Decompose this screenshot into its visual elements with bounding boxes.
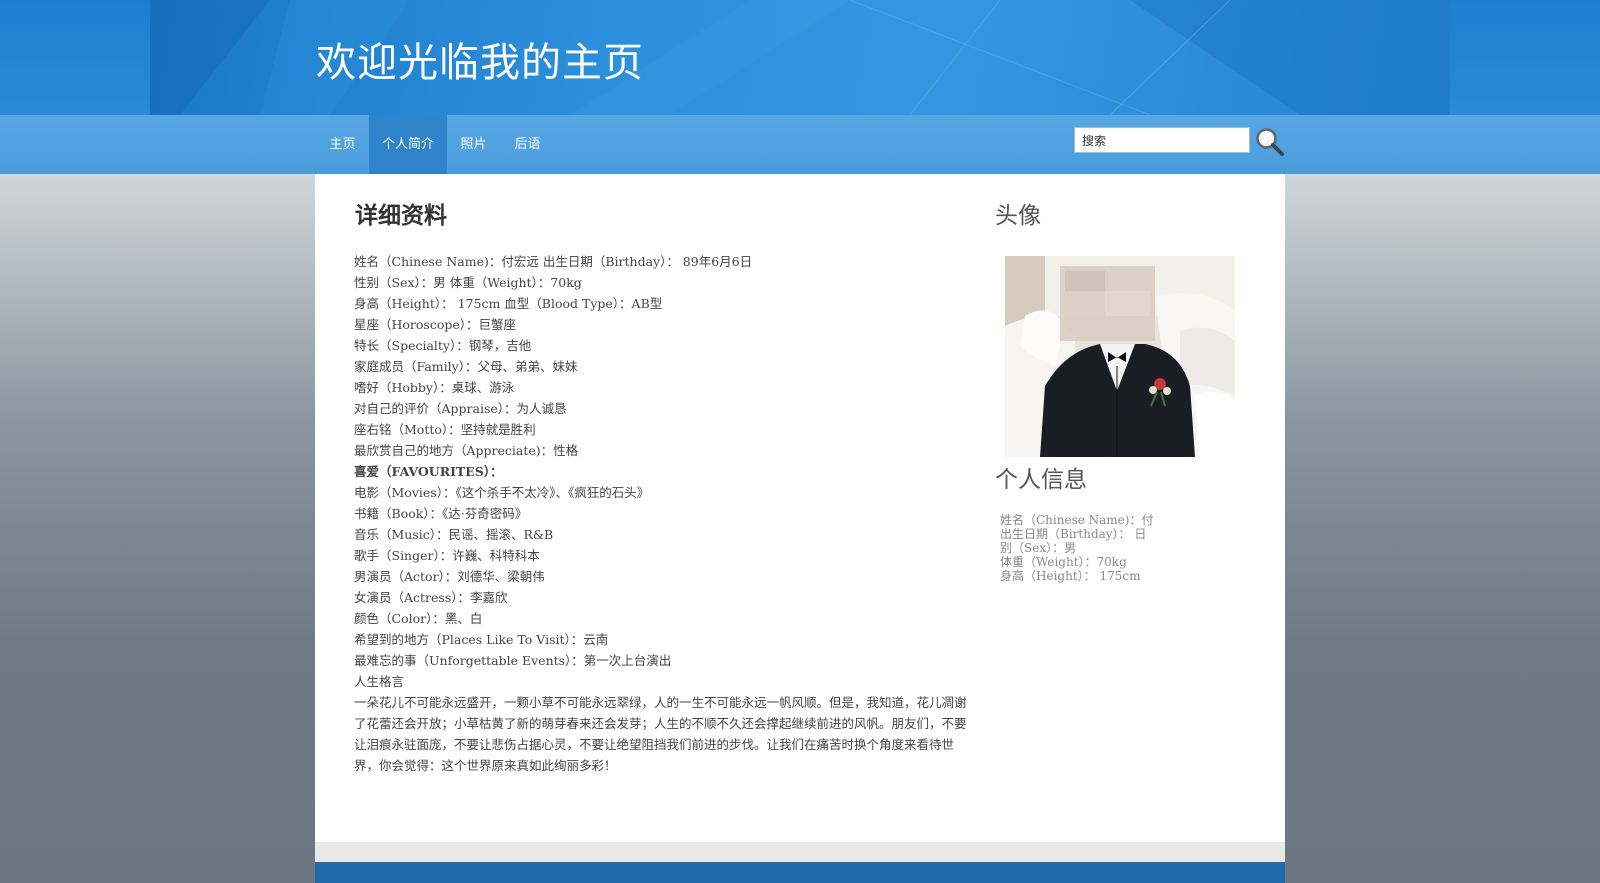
detail-books: 书籍（Book）：《达·芬奇密码》 <box>354 506 528 521</box>
detail-movies: 电影（Movies）：《这个杀手不太冷》、《疯狂的石头》 <box>354 485 650 500</box>
detail-places: 希望到的地方（Places Like To Visit）：云南 <box>354 632 609 647</box>
info-sex: 别（Sex）：男 <box>1000 541 1077 555</box>
detail-horoscope: 星座（Horoscope）：巨蟹座 <box>354 317 517 332</box>
detail-life-motto-label: 人生格言 <box>354 674 405 689</box>
detail-music: 音乐（Music）：民谣、摇滚、R&B <box>354 527 554 542</box>
detail-unforgettable: 最难忘的事（Unforgettable Events）：第一次上台演出 <box>354 653 672 668</box>
nav-item-home[interactable]: 主页 <box>316 115 369 174</box>
detail-singer: 歌手（Singer）：许巍、科特科本 <box>354 548 540 563</box>
site-title: 欢迎光临我的主页 <box>316 40 644 86</box>
info-weight: 体重（Weight）：70kg <box>1000 555 1127 569</box>
nav-item-afterword[interactable]: 后语 <box>500 115 555 174</box>
search-icon[interactable] <box>1254 126 1286 158</box>
avatar-heading: 头像 <box>995 203 1041 229</box>
footer-bar <box>315 862 1285 883</box>
detail-color: 颜色（Color）：黑、白 <box>354 611 483 626</box>
detail-specialty: 特长（Specialty）：钢琴，吉他 <box>354 338 532 353</box>
detail-list: 姓名（Chinese Name)：付宏远 出生日期（Birthday）： 89年… <box>354 251 969 776</box>
detail-favourites-heading: 喜爱（FAVOURITES）： <box>354 464 503 479</box>
info-height: 身高（Height）： 175cm <box>1000 569 1141 583</box>
detail-actress: 女演员（Actress）：李嘉欣 <box>354 590 508 605</box>
life-motto-paragraph: 一朵花儿不可能永远盛开，一颗小草不可能永远翠绿，人的一生不可能永远一帆风顺。但是… <box>354 695 967 773</box>
search-input[interactable] <box>1074 127 1250 153</box>
header-banner: 欢迎光临我的主页 <box>0 0 1600 115</box>
detail-appreciate: 最欣赏自己的地方（Appreciate)：性格 <box>354 443 579 458</box>
nav-item-photos[interactable]: 照片 <box>447 115 500 174</box>
info-list: 姓名（Chinese Name)：付 出生日期（Birthday）： 日 别（S… <box>1000 513 1240 583</box>
content-panel-bottom <box>315 842 1285 862</box>
info-birthday: 出生日期（Birthday）： 日 <box>1000 527 1147 541</box>
info-name: 姓名（Chinese Name)：付 <box>1000 513 1154 527</box>
detail-sex-weight: 性别（Sex）：男 体重（Weight）：70kg <box>354 275 582 290</box>
avatar-photo <box>1005 256 1235 457</box>
detail-height-bloodtype: 身高（Height）： 175cm 血型（Blood Type）：AB型 <box>354 296 663 311</box>
nav-item-profile[interactable]: 个人简介 <box>369 115 447 174</box>
info-heading: 个人信息 <box>995 467 1087 493</box>
main-nav: 主页 个人简介 照片 后语 <box>0 115 1600 174</box>
detail-actor: 男演员（Actor）：刘德华、梁朝伟 <box>354 569 545 584</box>
detail-hobby: 嗜好（Hobby）：桌球、游泳 <box>354 380 515 395</box>
detail-motto: 座右铭（Motto）：坚持就是胜利 <box>354 422 536 437</box>
detail-appraise: 对自己的评价（Appraise）：为人诚恳 <box>354 401 567 416</box>
detail-name-birthday: 姓名（Chinese Name)：付宏远 出生日期（Birthday）： 89年… <box>354 254 753 269</box>
detail-family: 家庭成员（Family）：父母、弟弟、妹妹 <box>354 359 578 374</box>
detail-heading: 详细资料 <box>355 202 447 229</box>
